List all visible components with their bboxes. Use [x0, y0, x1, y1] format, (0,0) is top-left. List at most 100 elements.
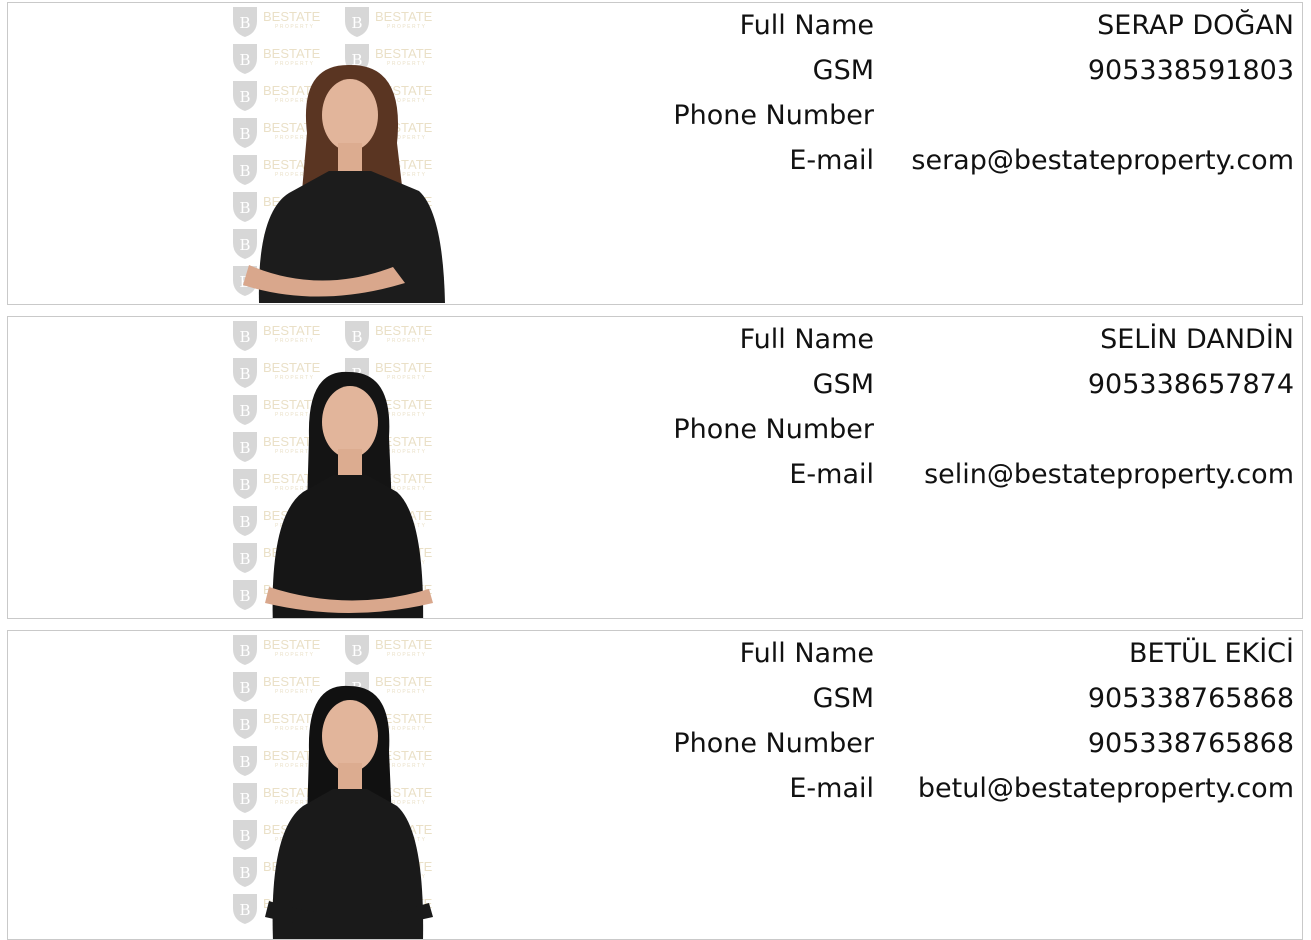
svg-text:PROPERTY: PROPERTY — [387, 24, 426, 30]
watermark-logo: B BESTATEPROPERTY — [233, 7, 321, 37]
svg-text:B: B — [239, 14, 250, 32]
svg-text:B: B — [351, 642, 362, 660]
full-name-value: SERAP DOĞAN — [1097, 10, 1294, 41]
svg-text:BESTATE: BESTATE — [263, 360, 321, 375]
svg-text:B: B — [239, 827, 250, 845]
svg-text:B: B — [239, 199, 250, 217]
svg-text:PROPERTY: PROPERTY — [387, 412, 426, 418]
email-label: E-mail — [789, 459, 874, 490]
svg-text:PROPERTY: PROPERTY — [387, 652, 426, 658]
full-name-value: SELİN DANDİN — [1100, 324, 1294, 355]
svg-text:B: B — [239, 679, 250, 697]
svg-text:B: B — [239, 51, 250, 69]
email-label: E-mail — [789, 773, 874, 804]
svg-text:B: B — [239, 125, 250, 143]
email-link[interactable]: serap@bestateproperty.com — [911, 144, 1294, 178]
svg-text:PROPERTY: PROPERTY — [275, 449, 314, 455]
agent-portrait: B BESTATEPROPERTY B BESTATEPROPERTYB BESTATE… — [233, 321, 433, 618]
svg-text:BESTATE: BESTATE — [263, 9, 321, 24]
gsm-value: 905338765868 — [1087, 683, 1294, 714]
phone-label: Phone Number — [673, 728, 874, 759]
agent-photo: B BESTATE PROPERTY B BESTATE PROPERTY B BESTATE… — [229, 3, 451, 304]
svg-text:B: B — [239, 550, 250, 568]
svg-text:PROPERTY: PROPERTY — [275, 763, 314, 769]
full-name-value: BETÜL EKİCİ — [1128, 638, 1294, 669]
svg-text:BESTATE: BESTATE — [375, 323, 433, 338]
svg-text:PROPERTY: PROPERTY — [275, 338, 314, 344]
svg-text:B: B — [239, 642, 250, 660]
watermark-logo: BBESTATEPROPERTY — [233, 746, 321, 776]
svg-text:BESTATE: BESTATE — [263, 46, 321, 61]
svg-text:B: B — [239, 439, 250, 457]
svg-text:B: B — [239, 328, 250, 346]
svg-text:B: B — [239, 587, 250, 605]
full-name-label: Full Name — [739, 638, 874, 669]
svg-text:B: B — [239, 402, 250, 420]
svg-text:B: B — [239, 88, 250, 106]
gsm-label: GSM — [812, 55, 874, 86]
svg-text:PROPERTY: PROPERTY — [275, 726, 314, 732]
gsm-label: GSM — [812, 369, 874, 400]
email-link[interactable]: selin@bestateproperty.com — [924, 458, 1294, 492]
svg-text:BESTATE: BESTATE — [375, 637, 433, 652]
watermark-logo: B BESTATEPROPERTY — [233, 321, 321, 351]
watermark-logo: BBESTATEPROPERTY — [233, 709, 321, 739]
email-label: E-mail — [789, 145, 874, 176]
svg-text:PROPERTY: PROPERTY — [387, 689, 426, 695]
svg-text:B: B — [239, 365, 250, 383]
svg-text:PROPERTY: PROPERTY — [275, 24, 314, 30]
agent-card: B BESTATE PROPERTY B BESTATE PROPERTY B BESTATE… — [7, 316, 1303, 619]
watermark-logo: BBESTATEPROPERTY — [233, 395, 321, 425]
phone-value: 905338765868 — [1087, 728, 1294, 759]
full-name-label: Full Name — [739, 10, 874, 41]
agent-portrait: B BESTATEPROPERTY B BESTATEPROPERTYB BESTATE… — [233, 7, 445, 303]
svg-text:B: B — [239, 716, 250, 734]
svg-text:PROPERTY: PROPERTY — [387, 763, 426, 769]
gsm-value: 905338657874 — [1087, 369, 1294, 400]
agent-photo: B BESTATE PROPERTY B BESTATE PROPERTY B BESTATE… — [229, 317, 451, 618]
svg-text:B: B — [239, 236, 250, 254]
email-link[interactable]: betul@bestateproperty.com — [918, 772, 1294, 806]
svg-text:BESTATE: BESTATE — [375, 674, 433, 689]
svg-text:PROPERTY: PROPERTY — [275, 61, 314, 67]
gsm-value: 905338591803 — [1087, 55, 1294, 86]
svg-text:PROPERTY: PROPERTY — [275, 412, 314, 418]
watermark-logo: B BESTATEPROPERTY — [233, 635, 321, 665]
watermark-logo: BBESTATEPROPERTY — [233, 432, 321, 462]
svg-text:PROPERTY: PROPERTY — [275, 689, 314, 695]
svg-text:BESTATE: BESTATE — [263, 637, 321, 652]
svg-text:PROPERTY: PROPERTY — [387, 338, 426, 344]
agent-portrait: B BESTATEPROPERTY B BESTATEPROPERTYB BESTATE… — [233, 635, 433, 939]
watermark-logo: B BESTATEPROPERTY — [345, 635, 433, 665]
watermark-logo: B BESTATEPROPERTY — [233, 672, 321, 702]
svg-text:B: B — [239, 790, 250, 808]
svg-text:PROPERTY: PROPERTY — [275, 652, 314, 658]
svg-text:B: B — [351, 14, 362, 32]
watermark-logo: B BESTATEPROPERTY — [233, 44, 321, 74]
phone-label: Phone Number — [673, 414, 874, 445]
phone-label: Phone Number — [673, 100, 874, 131]
svg-text:B: B — [239, 901, 250, 919]
agent-photo: B BESTATE PROPERTY B BESTATE PROPERTY B BESTATE… — [229, 631, 451, 939]
gsm-label: GSM — [812, 683, 874, 714]
svg-text:PROPERTY: PROPERTY — [387, 375, 426, 381]
svg-text:BESTATE: BESTATE — [375, 9, 433, 24]
svg-text:PROPERTY: PROPERTY — [275, 375, 314, 381]
watermark-logo: B BESTATEPROPERTY — [345, 7, 433, 37]
watermark-logo: B BESTATEPROPERTY — [345, 321, 433, 351]
svg-text:BESTATE: BESTATE — [375, 360, 433, 375]
svg-text:B: B — [239, 864, 250, 882]
svg-text:B: B — [351, 328, 362, 346]
svg-text:B: B — [239, 753, 250, 771]
svg-text:BESTATE: BESTATE — [263, 674, 321, 689]
svg-text:PROPERTY: PROPERTY — [387, 449, 426, 455]
agent-card: B BESTATE PROPERTY B BESTATE PROPERTY B BESTATE… — [7, 630, 1303, 940]
svg-text:B: B — [239, 476, 250, 494]
svg-text:BESTATE: BESTATE — [263, 323, 321, 338]
full-name-label: Full Name — [739, 324, 874, 355]
agent-card: B BESTATE PROPERTY B BESTATE PROPERTY B BESTATE… — [7, 2, 1303, 305]
svg-text:B: B — [239, 513, 250, 531]
svg-text:BESTATE: BESTATE — [375, 46, 433, 61]
svg-text:PROPERTY: PROPERTY — [387, 61, 426, 67]
svg-text:PROPERTY: PROPERTY — [387, 726, 426, 732]
